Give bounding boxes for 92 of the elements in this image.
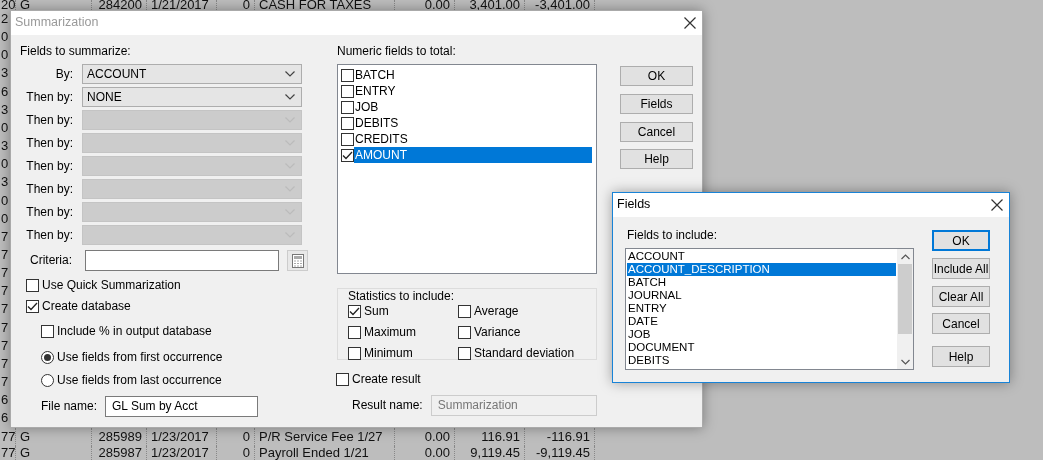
radio-button[interactable] <box>41 374 54 387</box>
checkbox-label[interactable]: Include % in output database <box>57 324 212 339</box>
checkbox-label[interactable]: Standard deviation <box>474 346 575 361</box>
close-icon[interactable] <box>991 199 1003 211</box>
radio-label[interactable]: Use fields from last occurrence <box>57 373 222 388</box>
close-icon[interactable] <box>684 17 696 29</box>
button[interactable]: OK <box>620 66 693 86</box>
button[interactable]: Fields <box>620 94 693 114</box>
calculator-button[interactable] <box>287 250 308 271</box>
row-number: 77 <box>0 445 16 460</box>
chevron-down-icon <box>285 94 295 100</box>
window-title: Summarization <box>15 15 99 31</box>
field-label: Then by: <box>25 227 74 243</box>
button[interactable]: Cancel <box>932 313 990 334</box>
radio-label[interactable]: Use fields from first occurrence <box>57 350 223 365</box>
button[interactable]: Help <box>932 346 990 367</box>
checkbox[interactable] <box>41 325 54 338</box>
button[interactable]: Include All <box>932 258 990 279</box>
table-cell: 9,119.45 <box>455 445 525 460</box>
list-item[interactable]: CREDITS <box>354 131 592 147</box>
checkbox[interactable] <box>458 347 471 360</box>
list-item[interactable]: DATE <box>627 315 896 328</box>
checkbox[interactable] <box>336 373 349 386</box>
field-label: Then by: <box>25 181 74 197</box>
checkbox[interactable] <box>341 84 354 98</box>
section-label: Fields to include: <box>626 228 719 244</box>
field-label: Then by: <box>25 89 74 105</box>
checkbox[interactable] <box>26 300 39 313</box>
list-item[interactable]: DEBITS <box>627 354 896 367</box>
list-item[interactable]: BATCH <box>627 276 896 289</box>
checkbox[interactable] <box>341 100 354 114</box>
checkbox[interactable] <box>458 326 471 339</box>
dropdown[interactable]: NONE <box>82 87 302 107</box>
checkbox[interactable] <box>348 305 361 318</box>
checkbox-label[interactable]: Maximum <box>364 325 416 340</box>
checkbox[interactable] <box>341 68 354 82</box>
chevron-up-icon <box>900 254 910 260</box>
calculator-icon <box>291 253 304 268</box>
list-item[interactable]: ENTRY <box>354 83 592 99</box>
field-label: Then by: <box>25 204 74 220</box>
table-cell: 0 <box>217 445 255 460</box>
checkbox-label[interactable]: Average <box>474 304 519 319</box>
list-item[interactable]: JOB <box>627 328 896 341</box>
radio-button[interactable] <box>41 351 54 364</box>
table-cell: 0.00 <box>395 445 455 460</box>
list-item[interactable]: JOURNAL <box>627 289 896 302</box>
checkbox[interactable] <box>341 132 354 146</box>
section-label: Fields to summarize: <box>20 44 132 60</box>
criteria-field[interactable] <box>85 250 279 271</box>
table-cell: Payroll Ended 1/21 <box>255 445 395 460</box>
checkbox[interactable] <box>458 305 471 318</box>
window-title: Fields <box>617 197 651 213</box>
checkbox-label[interactable]: Variance <box>474 325 521 340</box>
checkbox[interactable] <box>341 148 354 162</box>
checkbox[interactable] <box>348 326 361 339</box>
list-item[interactable]: ENTRY <box>627 302 896 315</box>
file-name-field[interactable]: GL Sum by Acct <box>105 396 259 417</box>
field-label: Then by: <box>25 112 74 128</box>
chevron-down-icon <box>285 71 295 77</box>
button[interactable]: OK <box>932 230 990 251</box>
button[interactable]: Clear All <box>932 286 990 307</box>
list-item[interactable]: ACCOUNT_DESCRIPTION <box>627 263 896 276</box>
checkbox-label[interactable]: Create result <box>352 372 421 387</box>
list-item[interactable]: JOB <box>354 99 592 115</box>
checkbox-label[interactable]: Minimum <box>364 346 413 361</box>
checkbox-label[interactable]: Sum <box>364 304 389 319</box>
scrollbar[interactable] <box>897 249 913 369</box>
field-label: Then by: <box>25 135 74 151</box>
field-label: Then by: <box>25 158 74 174</box>
table-cell: G <box>16 445 92 460</box>
list-item[interactable]: ACCOUNT <box>627 250 896 263</box>
field-label: Result name: <box>352 398 423 413</box>
list-item[interactable]: DOCUMENT <box>627 341 896 354</box>
chevron-down-icon <box>900 359 910 365</box>
section-label: Numeric fields to total: <box>337 44 457 60</box>
list-item[interactable]: DEBITS <box>354 115 592 131</box>
field-label: Criteria: <box>29 253 73 268</box>
button[interactable]: Cancel <box>620 122 693 142</box>
table-cell: 285987 <box>92 445 147 460</box>
table-cell: 1/23/2017 <box>147 445 217 460</box>
table-cell: -9,119.45 <box>525 445 595 460</box>
checkbox[interactable] <box>341 116 354 130</box>
list-item[interactable]: AMOUNT <box>354 147 592 163</box>
checkbox[interactable] <box>348 347 361 360</box>
checkbox-label[interactable]: Create database <box>42 299 131 314</box>
checkbox[interactable] <box>26 279 39 292</box>
list-item[interactable]: BATCH <box>354 67 592 83</box>
checkbox-label[interactable]: Use Quick Summarization <box>42 278 181 293</box>
field-label: File name: <box>41 399 98 414</box>
button[interactable]: Help <box>620 149 693 169</box>
dropdown[interactable]: ACCOUNT <box>82 64 302 84</box>
field-label: By: <box>54 66 74 82</box>
